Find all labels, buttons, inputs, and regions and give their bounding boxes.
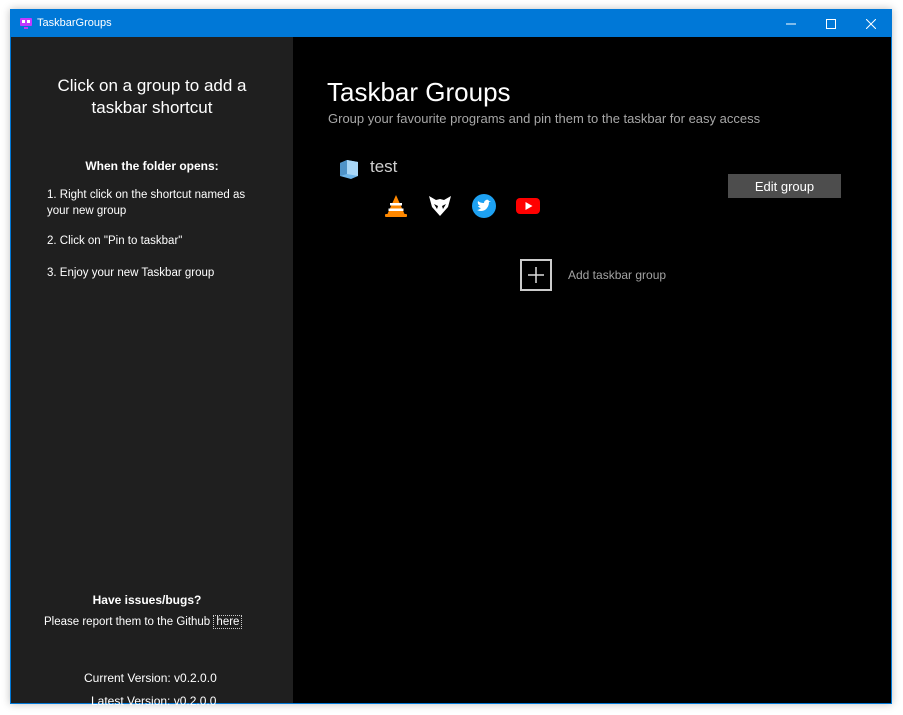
minimize-icon — [786, 23, 796, 24]
instruction-step-2: 2. Click on "Pin to taskbar" — [47, 235, 183, 247]
instruction-step-3: 3. Enjoy your new Taskbar group — [47, 267, 215, 279]
instruction-step-1: 1. Right click on the shortcut named as … — [47, 189, 246, 217]
add-group-label[interactable]: Add taskbar group — [568, 268, 666, 282]
plus-icon — [528, 267, 544, 283]
instructions-heading: When the folder opens: — [85, 159, 219, 173]
add-group-button[interactable] — [520, 259, 552, 291]
window-title: TaskbarGroups — [37, 17, 112, 29]
edit-group-button[interactable]: Edit group — [728, 174, 841, 198]
issues-heading: Have issues/bugs? — [92, 593, 202, 607]
github-link[interactable]: here — [213, 615, 243, 629]
twitter-icon — [472, 194, 496, 218]
maximize-icon — [826, 18, 836, 29]
maximize-button[interactable] — [811, 10, 851, 37]
sidebar: Click on a group to add a taskbar shortc… — [11, 37, 293, 708]
report-text: Please report them to the Github here — [44, 615, 243, 629]
close-icon — [866, 18, 876, 29]
app-icon — [20, 18, 32, 29]
latest-version: Latest Version: v0.2.0.0 — [91, 694, 217, 708]
group-name: test — [370, 157, 398, 176]
minimize-button[interactable] — [771, 10, 811, 37]
main-panel: Taskbar Groups Group your favourite prog… — [293, 37, 891, 703]
app-window: TaskbarGroups Click on a group to add a … — [10, 9, 892, 708]
page-title: Taskbar Groups — [327, 77, 511, 107]
title-bar[interactable]: TaskbarGroups — [11, 10, 891, 37]
current-version: Current Version: v0.2.0.0 — [84, 671, 217, 685]
report-label: Please report them to the Github — [44, 616, 211, 628]
close-button[interactable] — [851, 10, 891, 37]
sidebar-heading: Click on a group to add a taskbar shortc… — [57, 76, 247, 117]
page-subtitle: Group your favourite programs and pin th… — [328, 111, 761, 126]
group-icon — [340, 160, 358, 179]
youtube-icon — [516, 198, 540, 214]
vlc-icon — [385, 195, 407, 217]
foobar-alien-icon — [429, 196, 451, 216]
